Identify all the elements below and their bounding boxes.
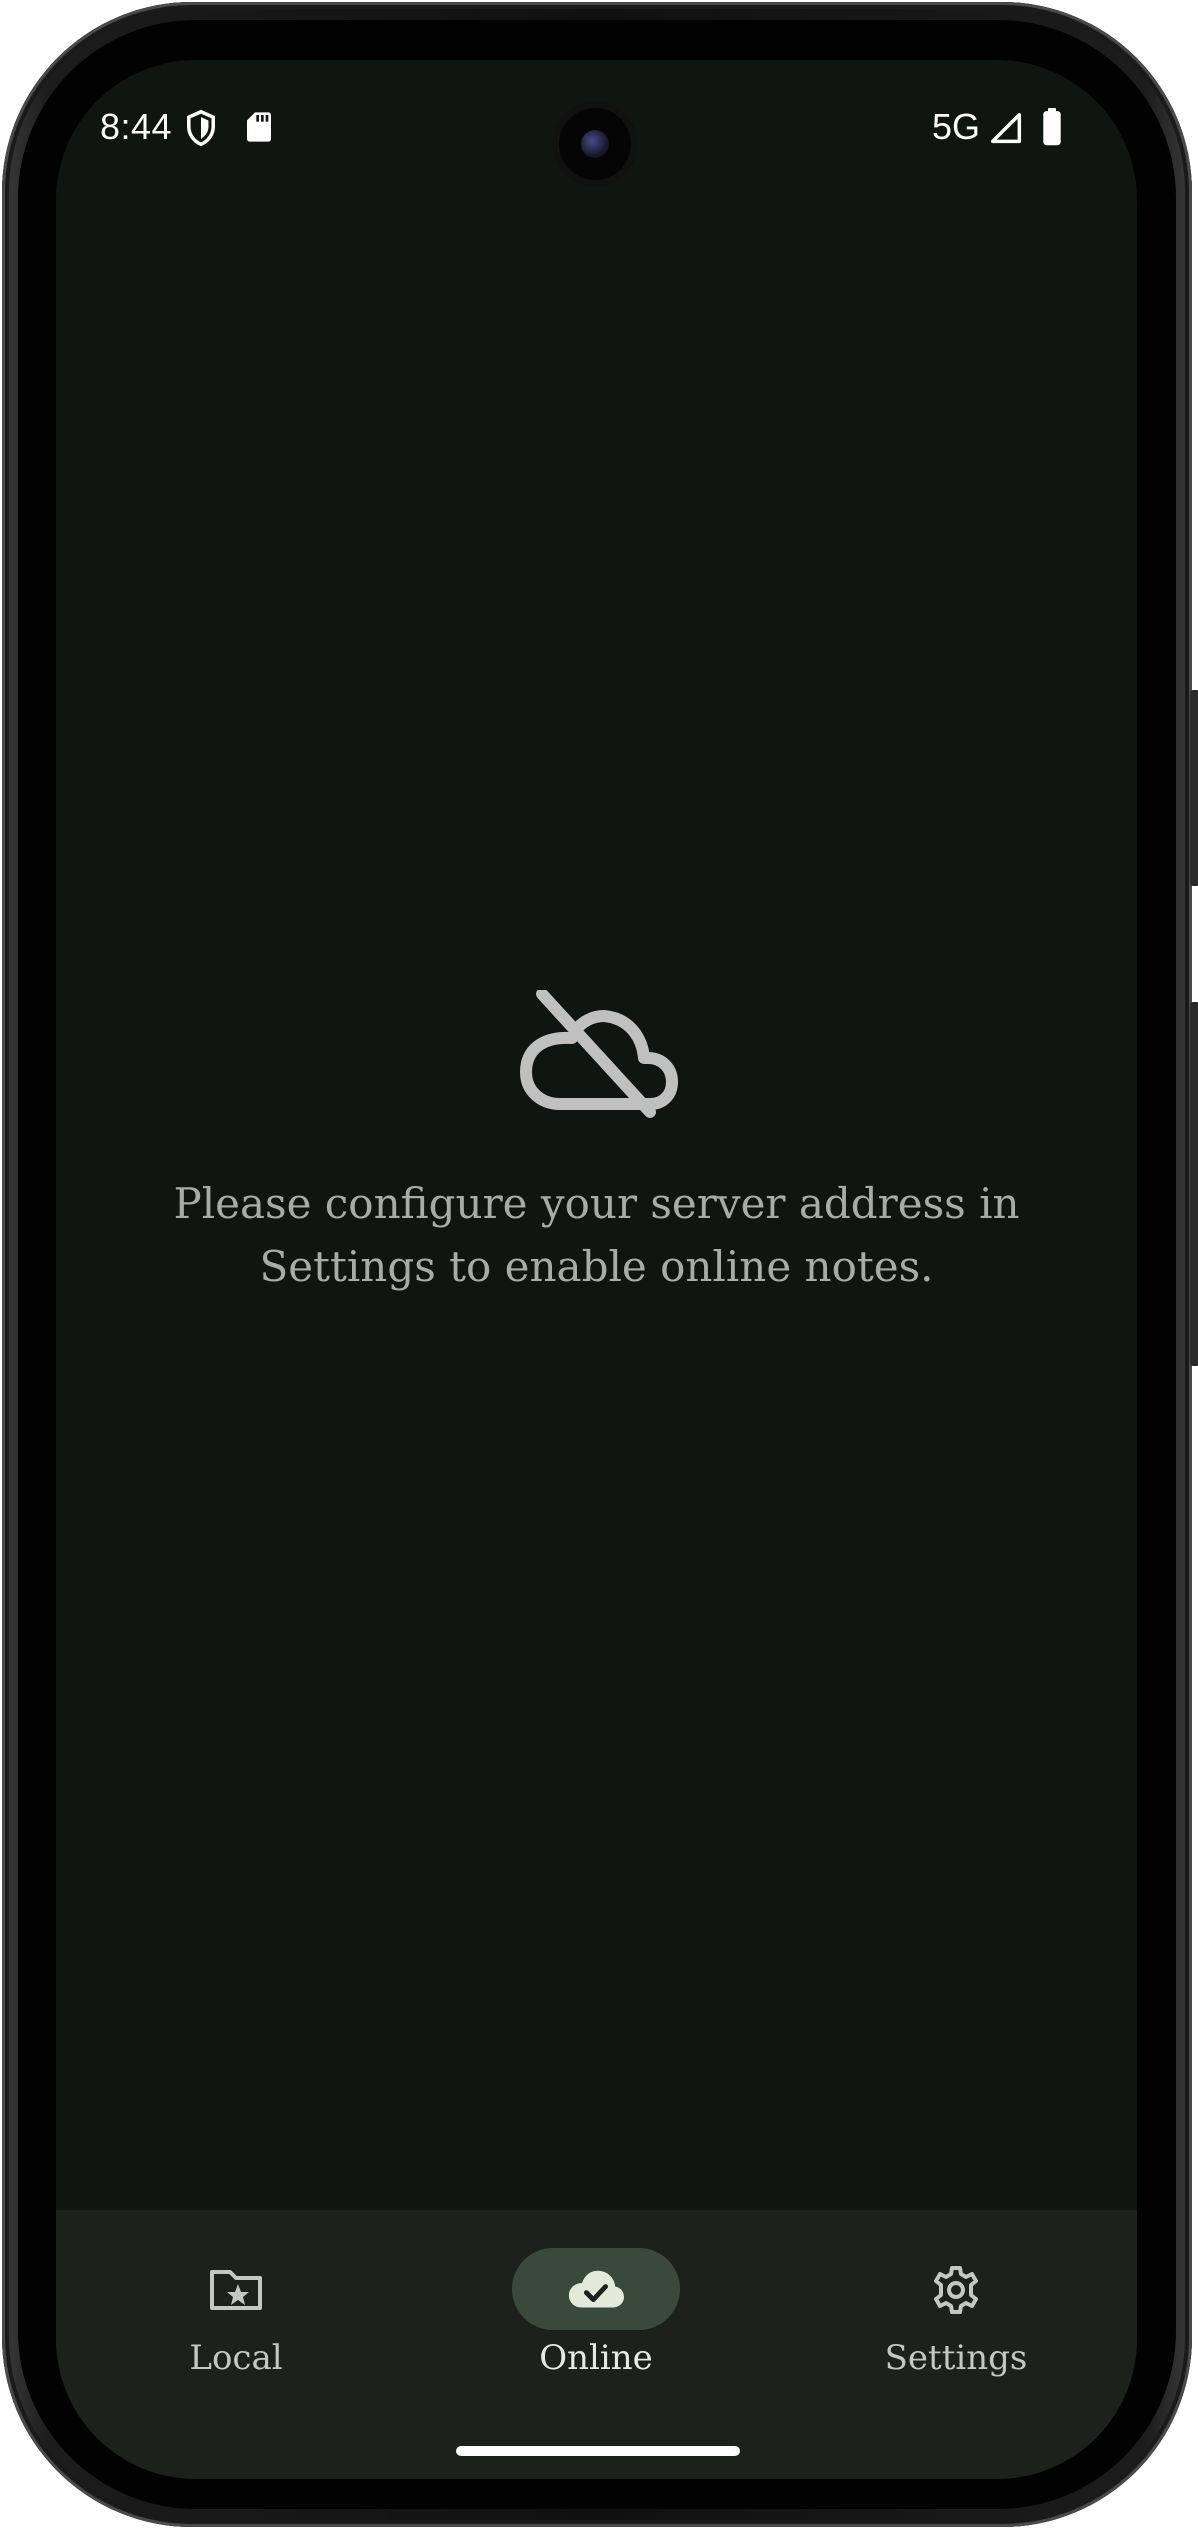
front-camera	[553, 102, 637, 186]
signal-icon	[990, 112, 1022, 144]
empty-state: Please configure your server address in …	[56, 990, 1137, 1298]
empty-state-message: Please configure your server address in …	[173, 1179, 1020, 1291]
battery-icon	[1043, 108, 1061, 146]
nav-item-local[interactable]: Local	[56, 2210, 416, 2410]
shield-icon	[187, 109, 215, 147]
folder-star-icon	[210, 2270, 262, 2310]
bottom-navigation: Local Online Settings	[56, 2210, 1137, 2479]
nav-label-settings: Settings	[884, 2338, 1028, 2378]
nav-item-settings[interactable]: Settings	[776, 2210, 1136, 2410]
app-screen: 8:44 5G Please configure your server add…	[56, 60, 1137, 2479]
side-button-lower	[1190, 1002, 1198, 1366]
gear-icon	[934, 2266, 978, 2314]
nav-label-online: Online	[539, 2338, 653, 2378]
side-button-upper	[1190, 690, 1198, 886]
cloud-off-icon	[519, 990, 678, 1118]
sd-card-icon	[247, 112, 271, 142]
home-indicator[interactable]	[456, 2446, 740, 2456]
cloud-check-icon	[568, 2270, 624, 2308]
phone-frame: 8:44 5G Please configure your server add…	[2, 2, 1198, 2527]
network-type: 5G	[932, 106, 981, 147]
nav-item-online[interactable]: Online	[416, 2210, 776, 2410]
nav-label-local: Local	[189, 2338, 283, 2378]
status-bar: 8:44 5G	[56, 60, 1137, 200]
status-time: 8:44	[100, 106, 173, 147]
